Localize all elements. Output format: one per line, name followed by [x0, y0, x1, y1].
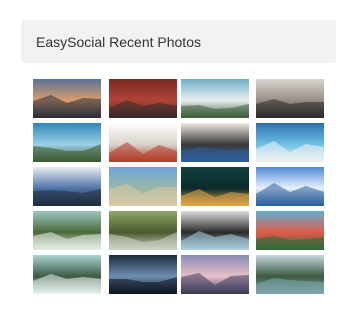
photo-image [181, 211, 249, 250]
photo-image [256, 123, 324, 162]
photo-thumbnail-beach-people[interactable] [109, 167, 177, 206]
photo-image [256, 79, 324, 118]
photo-image [109, 123, 177, 162]
photo-image [181, 123, 249, 162]
photo-grid [0, 0, 349, 319]
photo-image [109, 167, 177, 206]
photo-thumbnail-dark-sky-landscape[interactable] [109, 255, 177, 294]
photo-image [33, 79, 101, 118]
photo-image [109, 211, 177, 250]
photo-image [33, 167, 101, 206]
photo-thumbnail-coastline-cliff[interactable] [33, 123, 101, 162]
photo-thumbnail-waterfall-green[interactable] [33, 211, 101, 250]
recent-photos-widget: EasySocial Recent Photos [0, 0, 349, 319]
photo-thumbnail-denim-jacket[interactable] [33, 167, 101, 206]
photo-thumbnail-sunset-horizon[interactable] [33, 79, 101, 118]
photo-thumbnail-waterfall-cascade[interactable] [33, 255, 101, 294]
photo-thumbnail-street-portrait[interactable] [256, 79, 324, 118]
photo-image [33, 255, 101, 294]
photo-thumbnail-mountain-sky[interactable] [256, 167, 324, 206]
photo-thumbnail-market-umbrellas[interactable] [256, 211, 324, 250]
photo-image [33, 211, 101, 250]
photo-thumbnail-mountain-lake[interactable] [256, 123, 324, 162]
photo-thumbnail-woman-mirrored-sunglasses[interactable] [181, 211, 249, 250]
photo-thumbnail-night-lights[interactable] [181, 167, 249, 206]
photo-thumbnail-falls-panorama[interactable] [256, 255, 324, 294]
photo-image [109, 255, 177, 294]
photo-image [256, 255, 324, 294]
photo-thumbnail-river-rocks[interactable] [181, 79, 249, 118]
photo-image [256, 167, 324, 206]
photo-image [181, 255, 249, 294]
photo-image [181, 167, 249, 206]
photo-thumbnail-cartoon-mice[interactable] [109, 123, 177, 162]
photo-image [181, 79, 249, 118]
photo-image [256, 211, 324, 250]
photo-thumbnail-forest-path[interactable] [109, 211, 177, 250]
photo-image [33, 123, 101, 162]
photo-thumbnail-purple-mountains[interactable] [181, 255, 249, 294]
photo-thumbnail-temple-arch[interactable] [109, 79, 177, 118]
photo-thumbnail-woman-sunglasses[interactable] [181, 123, 249, 162]
photo-image [109, 79, 177, 118]
